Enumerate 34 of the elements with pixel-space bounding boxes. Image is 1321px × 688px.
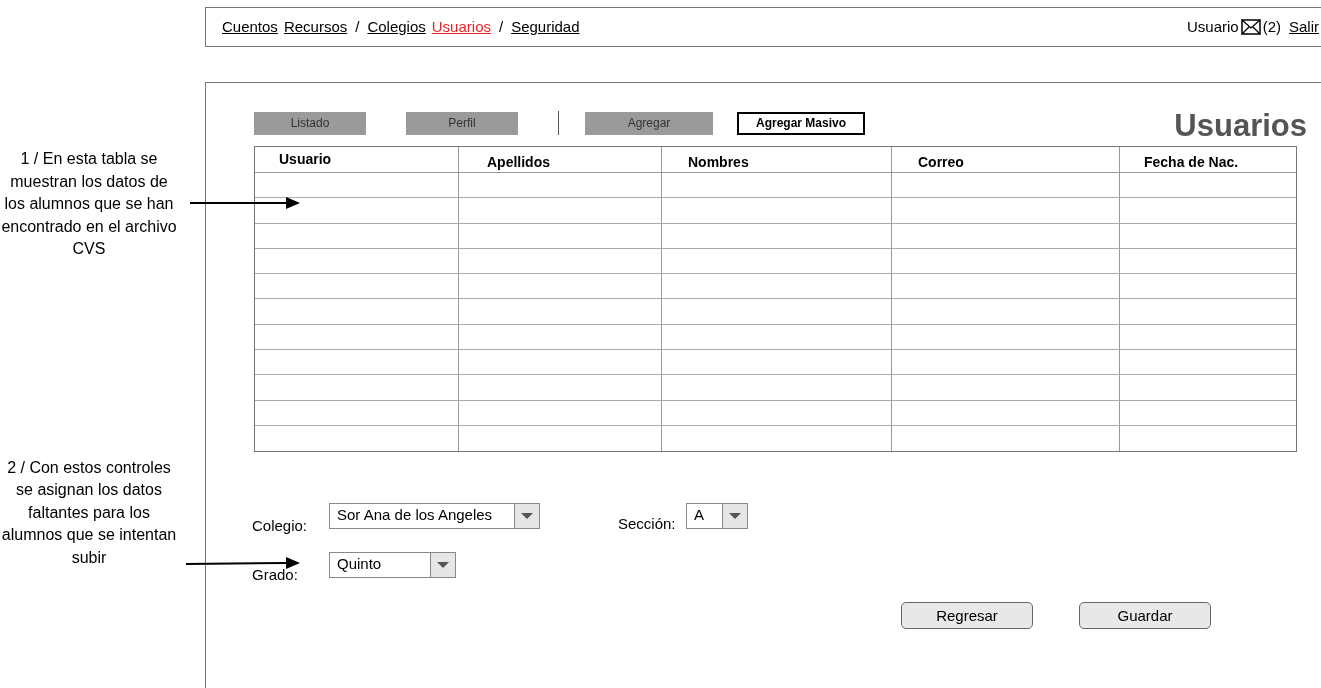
tab[interactable]: Perfil bbox=[406, 111, 518, 135]
caret-icon bbox=[437, 562, 449, 569]
caret-icon bbox=[521, 513, 533, 520]
column-header: Nombres bbox=[688, 153, 749, 172]
column-header: Usuario bbox=[279, 150, 332, 169]
caret-icon bbox=[729, 513, 741, 520]
nav-link[interactable]: Colegios bbox=[367, 15, 426, 39]
annotation-note: 2 / Con estos controles se asignan los datos faltantes para los alumnos que se intentan subir bbox=[0, 457, 178, 568]
mail-icon[interactable] bbox=[1240, 19, 1261, 35]
column-header: Apellidos bbox=[487, 153, 550, 172]
nav-link[interactable]: Cuentos bbox=[222, 15, 278, 39]
dropdown[interactable]: A bbox=[686, 503, 748, 530]
field-label: Sección: bbox=[618, 514, 677, 535]
page-title: Usuarios bbox=[1174, 110, 1307, 141]
message-count: (2) bbox=[1262, 16, 1281, 37]
nav-link[interactable]: Usuarios bbox=[431, 15, 491, 39]
column-header: Correo bbox=[918, 153, 964, 172]
tab[interactable]: Listado bbox=[254, 111, 366, 135]
annotation-note: 1 / En esta tabla se muestran los datos de los alumnos que se han encontrado en el archivo CVS bbox=[0, 149, 178, 259]
logout-link[interactable]: Salir bbox=[1289, 15, 1319, 39]
tab[interactable]: Agregar bbox=[585, 111, 713, 135]
tab[interactable]: Agregar Masivo bbox=[737, 111, 865, 135]
nav-link[interactable]: Seguridad bbox=[511, 15, 580, 39]
action-button[interactable]: Guardar bbox=[1079, 602, 1211, 630]
field-label: Grado: bbox=[252, 565, 299, 586]
user-label: Usuario bbox=[1186, 16, 1239, 37]
dropdown[interactable]: Quinto bbox=[329, 552, 456, 579]
column-header: Fecha de Nac. bbox=[1144, 153, 1239, 172]
nav-link[interactable]: Recursos bbox=[283, 15, 348, 39]
action-button[interactable]: Regresar bbox=[901, 602, 1033, 630]
field-label: Colegio: bbox=[252, 516, 309, 537]
dropdown[interactable]: Sor Ana de los Angeles bbox=[329, 503, 540, 530]
nav-separator: / bbox=[498, 16, 504, 37]
nav-separator: / bbox=[355, 16, 360, 37]
